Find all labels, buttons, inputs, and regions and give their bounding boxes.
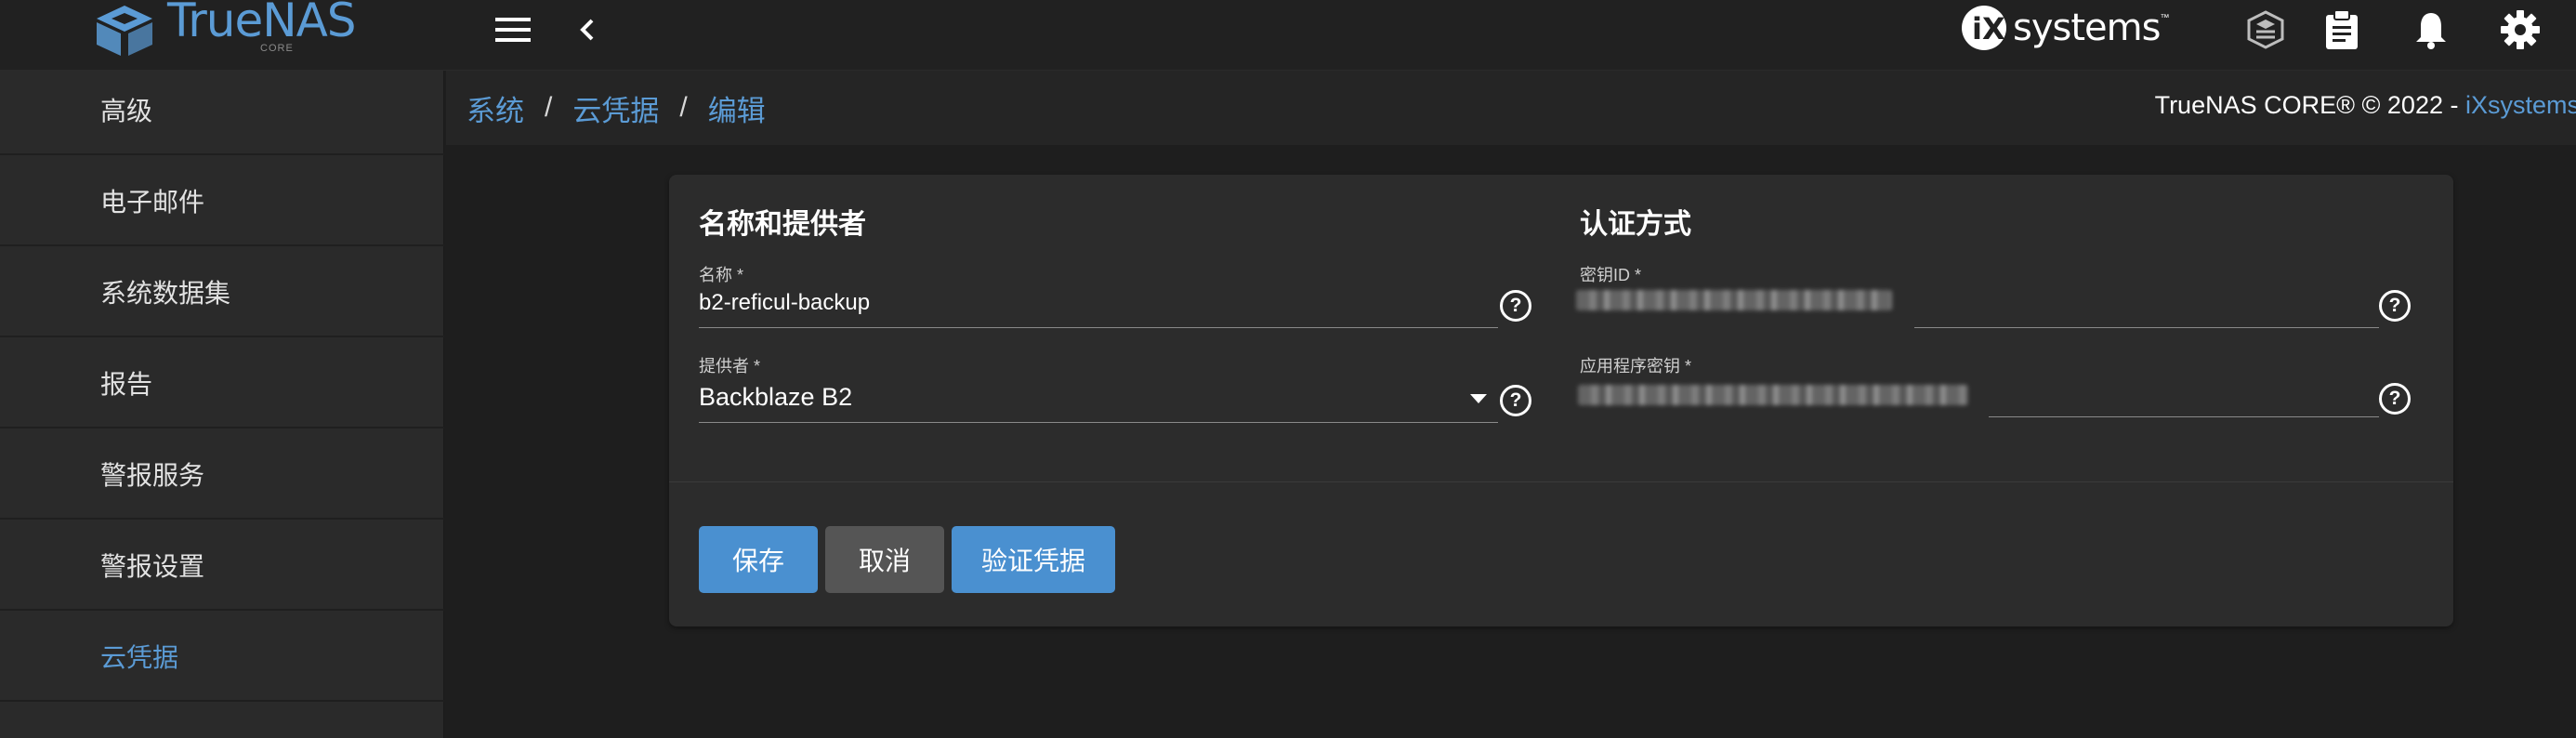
form-divider: [669, 481, 2453, 482]
provider-select-underline: [699, 422, 1498, 423]
verify-credential-button[interactable]: 验证凭据: [952, 526, 1115, 593]
provider-help-icon[interactable]: ?: [1500, 385, 1531, 416]
truenas-logo-icon: [97, 6, 152, 56]
ixsystems-logo[interactable]: iX systems ™: [1959, 2, 2169, 54]
breadcrumb-edit[interactable]: 编辑: [708, 87, 766, 129]
breadcrumb-system[interactable]: 系统: [467, 87, 524, 129]
cloud-credential-form-card: 名称和提供者 名称 * b2-reficul-backup ? 提供者 * Ba…: [669, 175, 2453, 626]
breadcrumb-separator: /: [679, 92, 688, 123]
brand-edition: CORE: [260, 43, 294, 54]
app-key-field-label: 应用程序密钥 *: [1580, 357, 1692, 376]
name-input-underline: [699, 327, 1498, 328]
provider-select[interactable]: Backblaze B2: [699, 383, 852, 412]
name-input[interactable]: b2-reficul-backup: [699, 290, 870, 316]
key-id-field-label: 密钥ID *: [1580, 266, 1642, 284]
app-key-help-icon[interactable]: ?: [2379, 383, 2411, 415]
name-field-label: 名称 *: [699, 266, 744, 284]
vendor-trademark: ™: [2160, 13, 2170, 23]
sidebar-item-system-dataset[interactable]: 系统数据集: [0, 247, 444, 337]
sidebar-item-reporting[interactable]: 报告: [0, 338, 444, 428]
authentication-section-title: 认证方式: [1580, 209, 1691, 240]
gear-icon: [2501, 10, 2540, 49]
sidebar-item-label: 系统数据集: [100, 278, 231, 308]
truecommand-icon: [2247, 10, 2284, 49]
sidebar-item-cloud-credentials[interactable]: 云凭据: [0, 612, 444, 702]
truecommand-button[interactable]: [2241, 6, 2290, 54]
menu-button[interactable]: [489, 6, 537, 54]
alerts-button[interactable]: [2407, 6, 2455, 54]
sidebar-item-label: 电子邮件: [100, 187, 205, 217]
svg-text:iX: iX: [1972, 11, 2005, 46]
sidebar-item-alert-settings[interactable]: 警报设置: [0, 521, 444, 611]
save-button[interactable]: 保存: [699, 526, 818, 593]
vendor-name: systems: [2013, 7, 2161, 49]
key-id-help-icon[interactable]: ?: [2379, 290, 2411, 322]
tasks-button[interactable]: [2318, 6, 2366, 54]
brand-name: TrueNAS: [167, 0, 357, 47]
clipboard-icon: [2326, 9, 2358, 49]
sidebar-item-alert-services[interactable]: 警报服务: [0, 429, 444, 520]
sidebar: 高级 电子邮件 系统数据集 报告 警报服务 警报设置 云凭据: [0, 71, 444, 738]
name-help-icon[interactable]: ?: [1500, 290, 1531, 322]
app-key-input-underline: [1989, 416, 2379, 417]
sidebar-item-label: 报告: [100, 369, 153, 399]
sidebar-item-label: 警报服务: [100, 460, 205, 490]
sidebar-item-email[interactable]: 电子邮件: [0, 156, 444, 246]
key-id-input-underline: [1914, 327, 2379, 328]
sidebar-item-advanced[interactable]: 高级: [0, 65, 444, 155]
name-provider-section-title: 名称和提供者: [699, 209, 866, 240]
provider-field-label: 提供者 *: [699, 357, 761, 376]
cancel-button[interactable]: 取消: [825, 526, 944, 593]
breadcrumb-bar: 系统 / 云凭据 / 编辑 TrueNAS CORE® © 2022 - iXs…: [446, 71, 2576, 145]
truenas-logo[interactable]: TrueNAS CORE: [89, 0, 357, 59]
back-button[interactable]: [563, 6, 611, 54]
key-id-input-redacted[interactable]: [1576, 290, 1892, 310]
chevron-down-icon[interactable]: [1470, 394, 1487, 403]
breadcrumb: 系统 / 云凭据 / 编辑: [467, 87, 766, 129]
sidebar-item-label: 警报设置: [100, 551, 205, 581]
breadcrumb-separator: /: [545, 92, 553, 123]
menu-icon: [495, 18, 531, 42]
chevron-left-icon: [580, 19, 594, 41]
sidebar-item-label: 高级: [100, 96, 153, 125]
settings-button[interactable]: [2496, 6, 2544, 54]
ix-logo-icon: iX: [1962, 6, 2006, 50]
copyright-text: TrueNAS CORE® © 2022 -: [2154, 91, 2465, 119]
ixsystems-link[interactable]: iXsystems: [2465, 91, 2576, 119]
app-key-input-redacted[interactable]: [1578, 385, 1968, 405]
bell-icon: [2416, 13, 2446, 49]
breadcrumb-cloud-credentials[interactable]: 云凭据: [572, 87, 659, 129]
copyright: TrueNAS CORE® © 2022 - iXsystems: [2155, 91, 2576, 120]
sidebar-item-label: 云凭据: [100, 642, 179, 672]
top-bar: TrueNAS CORE iX systems ™: [0, 0, 2576, 71]
